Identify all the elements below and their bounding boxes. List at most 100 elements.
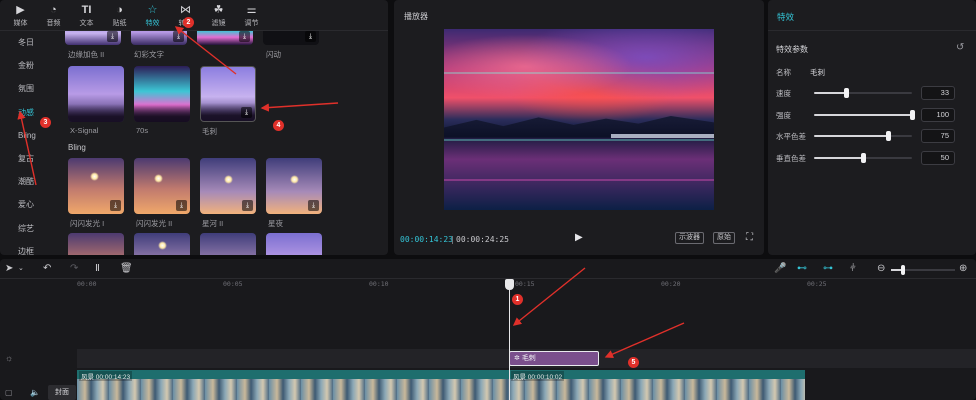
effect-thumbnail[interactable]: ⤓: [65, 31, 121, 45]
slider-handle[interactable]: [885, 131, 891, 141]
ruler-label: 00:00: [77, 280, 97, 288]
category-item[interactable]: 冬日: [0, 31, 52, 54]
effect-label: 闪动: [266, 50, 281, 59]
thumbnail-art: [68, 104, 124, 122]
effects-library-panel: ▶媒体 ◔音频 TI文本 ◑贴纸 ☆特效 ⋈转场 ☘滤镜 ⚌调节 冬日 金粉 氛…: [0, 0, 388, 256]
ruler-label: 00:05: [223, 280, 243, 288]
category-item[interactable]: 综艺: [0, 217, 52, 240]
effect-thumbnail[interactable]: [266, 233, 322, 255]
effect-thumbnail-70s[interactable]: [134, 66, 190, 122]
tool-text[interactable]: TI 文本: [70, 0, 103, 31]
effect-thumbnail[interactable]: ⤓: [200, 158, 256, 214]
microphone-icon[interactable]: 🎤: [774, 263, 786, 275]
download-icon[interactable]: ⤓: [107, 31, 118, 42]
lock-track-icon[interactable]: ▢: [5, 388, 13, 397]
tool-filter[interactable]: ☘ 滤镜: [202, 0, 235, 31]
param-slider[interactable]: [814, 88, 912, 98]
download-icon[interactable]: ⤓: [176, 200, 187, 211]
category-item[interactable]: 金粉: [0, 54, 52, 77]
effects-grid: ⤓ ⤓ ⤓ ⤓ 边缘加色 II 幻彩文字 闪动 ⤓ X-Signal 70s 毛…: [58, 31, 384, 255]
tool-effects[interactable]: ☆ 特效: [136, 0, 169, 31]
annotation-marker: 3: [40, 117, 51, 128]
reset-icon[interactable]: ↺: [956, 42, 964, 53]
download-icon[interactable]: ⤓: [239, 31, 250, 42]
preview-axis-icon[interactable]: ⫩: [850, 263, 856, 275]
param-label: 垂直色差: [776, 154, 806, 163]
fullscreen-icon[interactable]: ⛶: [746, 232, 753, 243]
param-value-input[interactable]: 100: [921, 108, 955, 122]
slider-fill: [814, 135, 888, 137]
cover-button[interactable]: 封面: [48, 385, 76, 400]
preview-art: [444, 72, 714, 75]
slider-handle[interactable]: [844, 88, 850, 98]
effect-thumbnail[interactable]: ⤓: [68, 158, 124, 214]
playhead[interactable]: [509, 282, 510, 400]
redo-icon[interactable]: ↷: [70, 263, 78, 275]
effect-thumbnail[interactable]: ⤓: [263, 31, 319, 45]
effect-thumbnail-glitch[interactable]: ⤓: [200, 66, 256, 122]
param-intensity: 强度 100: [776, 108, 971, 122]
category-item[interactable]: 复古: [0, 147, 52, 170]
zoom-out-icon[interactable]: ⊖: [877, 263, 885, 275]
category-list: 冬日 金粉 氛围 动感 Bling 复古 潮酷 爱心 综艺 边框: [0, 31, 52, 256]
auto-snap-icon[interactable]: ⊶: [823, 263, 833, 275]
preview-art: [444, 139, 714, 142]
video-track[interactable]: 风景 00:00:14:23 风景 00:00:10:02: [77, 370, 805, 400]
param-slider[interactable]: [814, 153, 912, 163]
video-preview[interactable]: [444, 29, 714, 210]
category-item[interactable]: 潮酷: [0, 170, 52, 193]
effect-thumbnail[interactable]: ⤓: [197, 31, 253, 45]
category-item[interactable]: 氛围: [0, 77, 52, 100]
chevron-down-icon[interactable]: ⌄: [18, 263, 24, 275]
slider-handle[interactable]: [910, 110, 915, 120]
thumbnail-art: [134, 104, 190, 122]
zoom-slider[interactable]: [891, 265, 955, 275]
param-value-input[interactable]: 50: [921, 151, 955, 165]
adjust-icon: ⚌: [246, 3, 257, 16]
zoom-in-icon[interactable]: ⊕: [959, 263, 967, 275]
download-icon[interactable]: ⤓: [308, 200, 319, 211]
main-track-magnet-icon[interactable]: ⊷: [797, 263, 807, 275]
param-slider[interactable]: [814, 110, 915, 120]
effect-clip-glitch[interactable]: ✲ 毛刺: [509, 351, 599, 366]
tool-sticker[interactable]: ◑ 贴纸: [103, 0, 136, 31]
slider-handle[interactable]: [861, 153, 866, 163]
download-icon[interactable]: ⤓: [242, 200, 253, 211]
param-value-input[interactable]: 33: [921, 86, 955, 100]
download-icon[interactable]: ⤓: [173, 31, 184, 42]
ruler-label: 00:10: [369, 280, 389, 288]
effect-thumbnail[interactable]: ⤓: [131, 31, 187, 45]
time-ruler[interactable]: 00:00 00:05 00:10 00:15 00:20 00:25: [77, 279, 976, 291]
effect-thumbnail[interactable]: [200, 233, 256, 255]
category-item[interactable]: 爱心: [0, 193, 52, 216]
tool-adjust[interactable]: ⚌ 调节: [235, 0, 268, 31]
undo-icon[interactable]: ↶: [43, 263, 51, 275]
param-value-input[interactable]: 75: [921, 129, 955, 143]
play-icon[interactable]: ▶: [575, 232, 583, 243]
effect-thumbnail[interactable]: ⤓: [134, 158, 190, 214]
tool-audio[interactable]: ◔ 音频: [37, 0, 70, 31]
effect-panel-title[interactable]: 特效: [777, 11, 794, 23]
effect-thumbnail-x-signal[interactable]: [68, 66, 124, 122]
mute-track-icon[interactable]: 🔈: [30, 388, 40, 397]
scope-button[interactable]: 示波器: [675, 232, 704, 244]
select-cursor-icon[interactable]: ➤: [5, 263, 13, 275]
delete-icon[interactable]: 🗑: [120, 263, 133, 275]
video-frames: [77, 379, 805, 400]
zoom-slider-handle[interactable]: [901, 265, 905, 275]
param-slider[interactable]: [814, 131, 912, 141]
split-icon[interactable]: Ⅱ: [95, 263, 100, 275]
param-label: 速度: [776, 89, 791, 98]
effect-thumbnail[interactable]: ⤓: [266, 158, 322, 214]
download-icon[interactable]: ⤓: [241, 107, 252, 118]
effect-thumbnail[interactable]: [68, 233, 124, 255]
original-ratio-button[interactable]: 原始: [713, 232, 735, 244]
download-icon[interactable]: ⤓: [305, 31, 316, 42]
effect-label: 边缘加色 II: [68, 50, 105, 59]
preview-art: [611, 133, 714, 138]
tool-media[interactable]: ▶ 媒体: [4, 0, 37, 31]
param-speed: 速度 33: [776, 86, 971, 100]
effect-thumbnail[interactable]: [134, 233, 190, 255]
download-icon[interactable]: ⤓: [110, 200, 121, 211]
moon-icon: [224, 175, 233, 184]
